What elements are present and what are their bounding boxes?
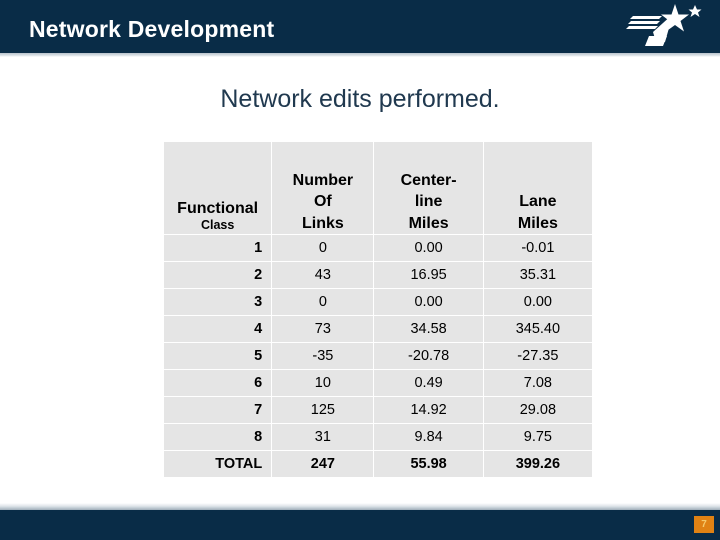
row-label: 2: [164, 262, 272, 288]
row-label: 4: [164, 316, 272, 342]
centerline-header-line-1: Center-: [400, 171, 457, 189]
cell-centerline-miles: 0.00: [374, 289, 483, 315]
centerline-header-line-3: Miles: [408, 214, 449, 232]
cell-centerline-miles: 14.92: [374, 397, 483, 423]
page-number-badge: 7: [694, 516, 714, 533]
total-centerline-miles: 55.98: [374, 451, 483, 477]
links-header-line-3: Links: [301, 214, 344, 232]
table-row: 4 73 34.58 345.40: [164, 316, 592, 342]
column-header-number-of-links: Number Of Links: [272, 142, 374, 234]
table-row: 2 43 16.95 35.31: [164, 262, 592, 288]
network-edits-table: Functional Class Number Of Links Center-…: [163, 141, 593, 478]
cell-lane-miles: 345.40: [483, 316, 592, 342]
slide-footer-bar: [0, 510, 720, 540]
cell-centerline-miles: 0.49: [374, 370, 483, 396]
cell-number-of-links: 0: [272, 235, 374, 261]
table-row: 6 10 0.49 7.08: [164, 370, 592, 396]
slide-header-bar: Network Development: [0, 0, 720, 53]
row-label: 1: [164, 235, 272, 261]
cell-number-of-links: 73: [272, 316, 374, 342]
table-row: 8 31 9.84 9.75: [164, 424, 592, 450]
lane-miles-header-line-1: Lane: [519, 193, 557, 211]
lane-miles-header-line-2: Miles: [517, 214, 558, 232]
table-body: 1 0 0.00 -0.01 2 43 16.95 35.31 3 0 0.00…: [164, 235, 592, 477]
row-label: 8: [164, 424, 272, 450]
links-header-line-2: Of: [313, 193, 332, 211]
cell-number-of-links: 31: [272, 424, 374, 450]
cell-number-of-links: 43: [272, 262, 374, 288]
cell-centerline-miles: 9.84: [374, 424, 483, 450]
cell-lane-miles: 29.08: [483, 397, 592, 423]
cell-lane-miles: 35.31: [483, 262, 592, 288]
column-header-centerline-miles: Center- line Miles: [374, 142, 483, 234]
total-number-of-links: 247: [272, 451, 374, 477]
cell-lane-miles: 7.08: [483, 370, 592, 396]
column-header-lane-miles: Lane Miles: [483, 142, 592, 234]
cell-centerline-miles: 0.00: [374, 235, 483, 261]
cell-centerline-miles: -20.78: [374, 343, 483, 369]
cell-lane-miles: 0.00: [483, 289, 592, 315]
row-label: 5: [164, 343, 272, 369]
column-header-functional-class: Functional Class: [164, 142, 272, 234]
cell-number-of-links: 10: [272, 370, 374, 396]
row-label: 6: [164, 370, 272, 396]
table-header-row: Functional Class Number Of Links Center-…: [164, 142, 592, 234]
table-row: 7 125 14.92 29.08: [164, 397, 592, 423]
total-label: TOTAL: [164, 451, 272, 477]
star-swoosh-logo-icon: [615, 2, 710, 52]
cell-centerline-miles: 16.95: [374, 262, 483, 288]
functional-class-main-label: Functional: [177, 199, 259, 217]
cell-lane-miles: -0.01: [483, 235, 592, 261]
cell-centerline-miles: 34.58: [374, 316, 483, 342]
functional-class-sub-label: Class: [200, 218, 235, 233]
row-label: 3: [164, 289, 272, 315]
centerline-header-line-2: line: [414, 193, 443, 211]
table-row: 1 0 0.00 -0.01: [164, 235, 592, 261]
table-row: 5 -35 -20.78 -27.35: [164, 343, 592, 369]
cell-number-of-links: 125: [272, 397, 374, 423]
row-label: 7: [164, 397, 272, 423]
table-row: 3 0 0.00 0.00: [164, 289, 592, 315]
slide-subtitle: Network edits performed.: [220, 85, 500, 113]
cell-lane-miles: -27.35: [483, 343, 592, 369]
cell-number-of-links: 0: [272, 289, 374, 315]
cell-lane-miles: 9.75: [483, 424, 592, 450]
page-title: Network Development: [29, 16, 275, 42]
table-total-row: TOTAL 247 55.98 399.26: [164, 451, 592, 477]
total-lane-miles: 399.26: [483, 451, 592, 477]
cell-number-of-links: -35: [272, 343, 374, 369]
footer-divider: [0, 503, 720, 510]
links-header-line-1: Number: [292, 171, 354, 189]
header-underline: [0, 53, 720, 57]
